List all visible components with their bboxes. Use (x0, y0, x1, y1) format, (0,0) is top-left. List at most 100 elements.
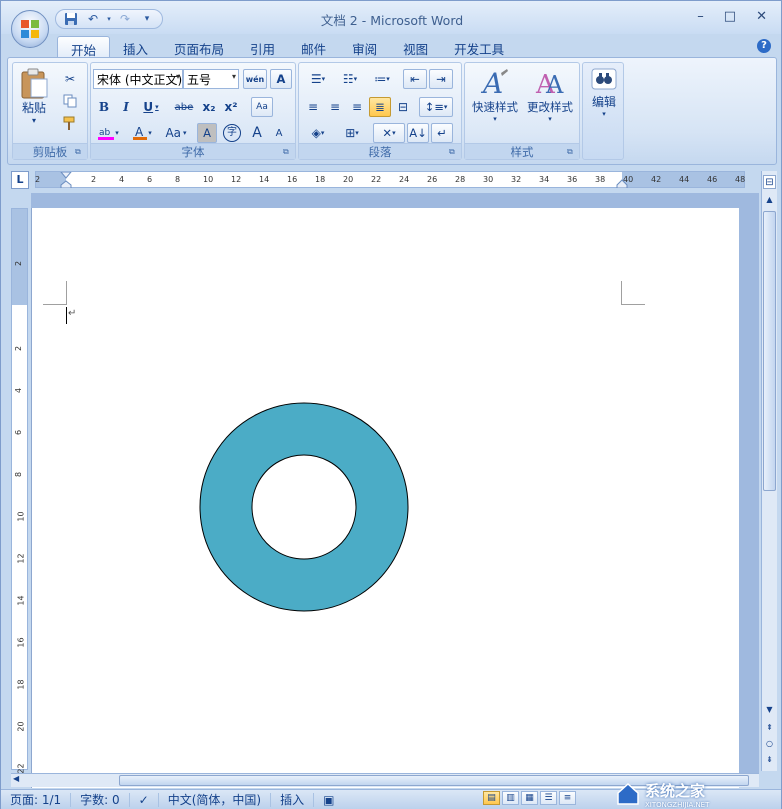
grow-font-button[interactable]: A (247, 123, 267, 143)
redo-icon[interactable]: ↷ (116, 11, 134, 27)
styles-launcher-icon[interactable]: ⧉ (567, 147, 577, 157)
line-spacing-icon[interactable]: ↕≡ ▾ (419, 97, 453, 117)
next-page-icon[interactable]: ⇟ (763, 753, 776, 767)
crop-mark-top-left (43, 281, 67, 305)
justify-icon[interactable]: ≣ (369, 97, 391, 117)
maximize-button[interactable]: □ (724, 9, 736, 24)
change-case-button[interactable]: Aa ▾ (161, 123, 191, 143)
browse-object-icon[interactable]: ○ (763, 737, 776, 751)
tab-selector[interactable]: L (11, 171, 29, 189)
office-button[interactable] (11, 10, 49, 48)
paragraph-launcher-icon[interactable]: ⧉ (449, 147, 459, 157)
ruler-tick-label: 8 (175, 175, 181, 184)
ruler-toggle-icon[interactable]: ⊟ (763, 175, 776, 189)
change-styles-button[interactable]: A A 更改样式 ▾ (523, 67, 577, 123)
decrease-indent-icon[interactable]: ⇤ (403, 69, 427, 89)
draft-view-icon[interactable]: ≡ (559, 791, 576, 805)
multilevel-list-icon[interactable]: ≔ ▾ (367, 69, 397, 89)
tab-page-layout[interactable]: 页面布局 (161, 36, 237, 58)
increase-indent-icon[interactable]: ⇥ (429, 69, 453, 89)
cut-icon[interactable]: ✂ (61, 69, 79, 89)
numbering-icon[interactable]: ☷ ▾ (335, 69, 365, 89)
undo-icon[interactable]: ↶ (84, 11, 102, 27)
minimize-button[interactable]: – (697, 9, 704, 24)
bullets-icon[interactable]: ☰ ▾ (303, 69, 333, 89)
clear-format-button[interactable]: wén (243, 69, 267, 89)
font-launcher-icon[interactable]: ⧉ (283, 147, 293, 157)
vruler-tick-label: 8 (14, 471, 24, 478)
right-indent-marker-icon[interactable] (616, 178, 628, 188)
subscript-button[interactable]: x₂ (199, 97, 219, 117)
quick-styles-icon: A (480, 67, 508, 99)
quick-styles-button[interactable]: A 快速样式 ▾ (469, 67, 521, 123)
vruler-tick-label: 2 (14, 345, 24, 352)
scroll-up-icon[interactable]: ▲ (763, 193, 776, 207)
ribbon-tabs: 开始 插入 页面布局 引用 邮件 审阅 视图 开发工具 (57, 36, 517, 58)
shrink-font-button[interactable]: A (269, 123, 289, 143)
donut-shape[interactable] (199, 402, 409, 612)
tab-view[interactable]: 视图 (390, 36, 441, 58)
proofing-icon[interactable]: ✓ (130, 792, 159, 807)
tab-insert[interactable]: 插入 (110, 36, 161, 58)
print-layout-view-icon[interactable]: ▤ (483, 791, 500, 805)
font-name-combo[interactable]: 宋体 (中文正文) ▾ (93, 69, 183, 89)
show-marks-icon[interactable]: ↵ (431, 123, 453, 143)
close-button[interactable]: ✕ (756, 9, 767, 24)
sort-icon[interactable]: A↓ (407, 123, 429, 143)
vertical-scrollbar[interactable]: ⊟ ▲ ▼ ⇞ ○ ⇟ (761, 171, 777, 771)
clipboard-launcher-icon[interactable]: ⧉ (75, 147, 85, 157)
font-color-button[interactable]: A ▾ (129, 123, 155, 143)
bold-button[interactable]: B (95, 97, 113, 117)
align-left-icon[interactable]: ≡ (303, 97, 323, 117)
binoculars-icon (591, 68, 617, 90)
status-words[interactable]: 字数: 0 (71, 792, 130, 807)
scroll-left-icon[interactable]: ◀ (13, 774, 19, 783)
previous-page-icon[interactable]: ⇞ (763, 721, 776, 735)
tab-mailings[interactable]: 邮件 (288, 36, 339, 58)
customize-icon[interactable]: ▾ (138, 11, 156, 27)
enclose-char-button[interactable]: 字 (221, 123, 243, 143)
char-shading-button[interactable]: A (197, 123, 217, 143)
outline-view-icon[interactable]: ☰ (540, 791, 557, 805)
full-screen-reading-icon[interactable]: ▥ (502, 791, 519, 805)
chinese-layout-icon[interactable]: ✕ ▾ (373, 123, 405, 143)
highlight-button[interactable]: ab ▾ (93, 123, 123, 143)
status-language[interactable]: 中文(简体，中国) (159, 792, 272, 807)
status-page[interactable]: 页面: 1/1 (1, 792, 72, 807)
tab-home[interactable]: 开始 (57, 36, 111, 58)
horizontal-ruler[interactable]: 2 2 4 6 8 10 12 14 16 18 20 22 24 26 28 30 32 34 36 38 40 42 4… (35, 171, 745, 188)
status-mode[interactable]: 插入 (271, 792, 315, 807)
scroll-down-icon[interactable]: ▼ (763, 703, 776, 717)
borders-icon[interactable]: ⊞ ▾ (337, 123, 367, 143)
tab-developer[interactable]: 开发工具 (441, 36, 517, 58)
vruler-tick-label: 20 (16, 721, 26, 732)
ruler-tick-label: 28 (455, 175, 466, 184)
document-page[interactable]: ↵ (31, 208, 739, 788)
macro-record-icon[interactable]: ▣ (314, 793, 343, 807)
char-border-button[interactable]: A (270, 69, 292, 89)
align-right-icon[interactable]: ≡ (347, 97, 367, 117)
help-icon[interactable]: ? (757, 39, 771, 53)
format-painter-icon[interactable] (61, 113, 79, 133)
editing-button[interactable]: 编辑 ▾ (587, 67, 621, 118)
strikethrough-button[interactable]: abe (171, 97, 197, 117)
ruler-tick-label: 12 (231, 175, 242, 184)
font-size-combo[interactable]: 五号 ▾ (183, 69, 239, 89)
change-case-icon[interactable]: Aa (251, 97, 273, 117)
undo-dropdown-icon[interactable]: ▾ (106, 11, 112, 27)
vertical-scroll-thumb[interactable] (763, 211, 776, 491)
vertical-ruler[interactable]: 2 2 4 6 8 10 12 14 16 18 20 22 (11, 208, 28, 774)
indent-marker-icon[interactable] (60, 172, 72, 188)
web-layout-icon[interactable]: ▦ (521, 791, 538, 805)
shading-icon[interactable]: ◈ ▾ (303, 123, 333, 143)
paste-button[interactable]: 粘贴 ▾ (19, 67, 49, 125)
superscript-button[interactable]: x² (221, 97, 241, 117)
distributed-icon[interactable]: ⊟ (393, 97, 413, 117)
underline-button[interactable]: U ▾ (139, 97, 163, 117)
save-icon[interactable] (62, 11, 80, 27)
align-center-icon[interactable]: ≡ (325, 97, 345, 117)
tab-review[interactable]: 审阅 (339, 36, 390, 58)
tab-references[interactable]: 引用 (237, 36, 288, 58)
italic-button[interactable]: I (117, 97, 135, 117)
copy-icon[interactable] (61, 91, 79, 111)
